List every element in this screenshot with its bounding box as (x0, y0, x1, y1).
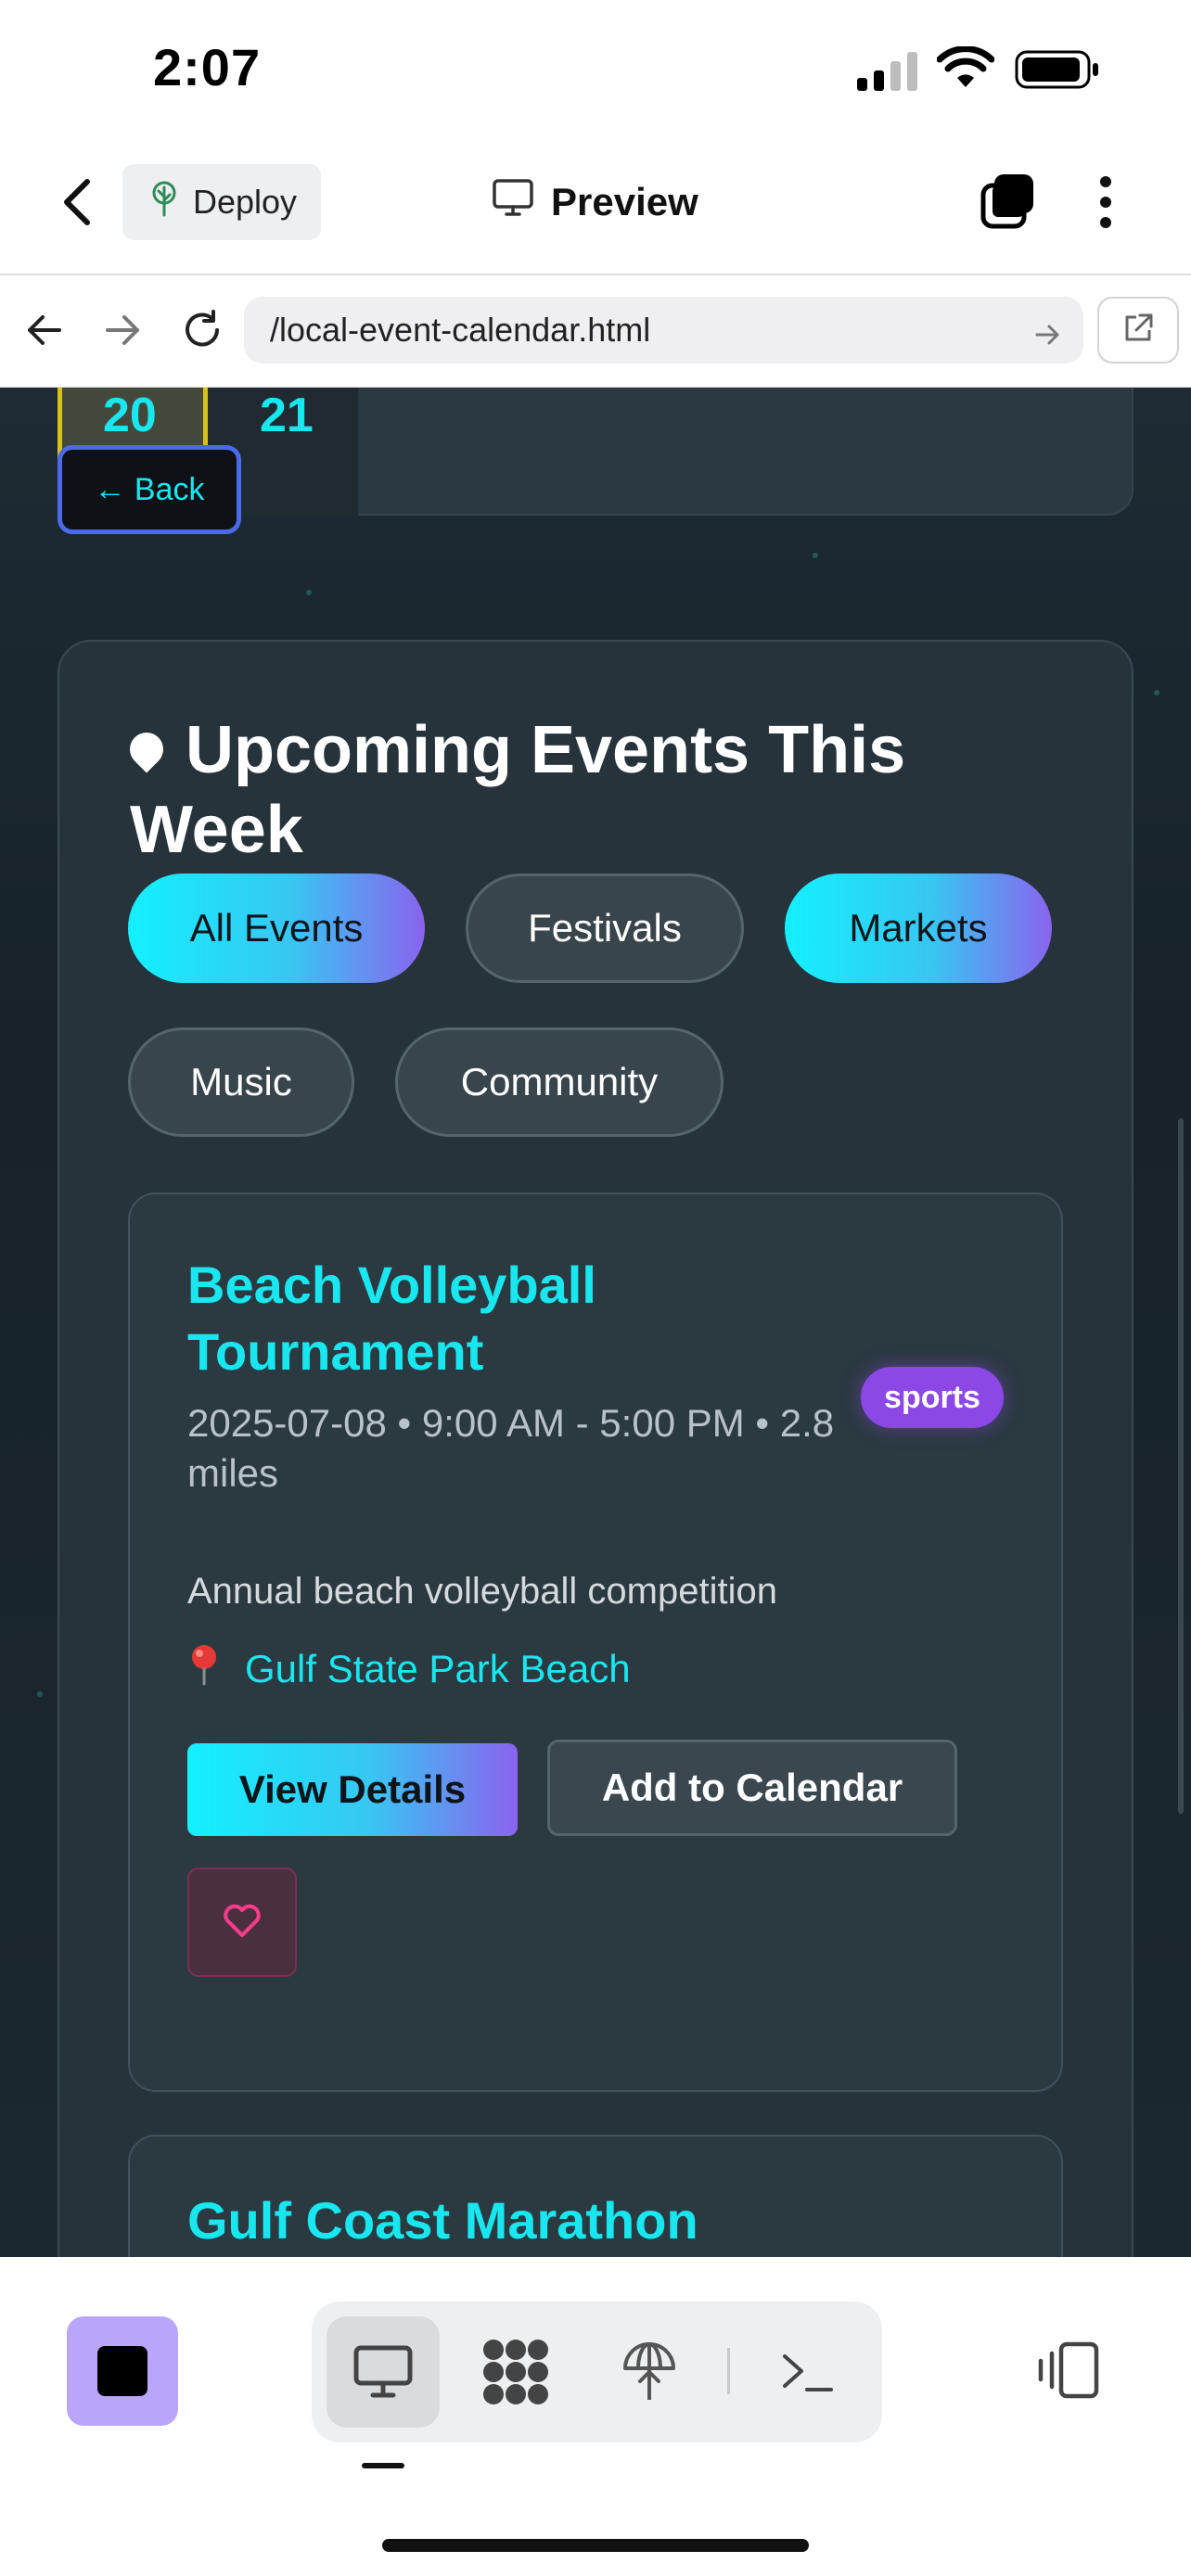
preview-title: Preview (492, 172, 698, 233)
back-chevron-icon[interactable] (59, 176, 96, 233)
open-external-button[interactable] (1097, 297, 1179, 363)
signal-icon (857, 52, 918, 96)
preview-label: Preview (551, 180, 698, 223)
tabs-icon[interactable] (980, 171, 1037, 235)
stop-icon (97, 2346, 147, 2396)
more-icon[interactable] (1096, 174, 1115, 235)
umbrella-icon[interactable] (594, 2316, 705, 2428)
terminal-icon[interactable] (751, 2316, 863, 2428)
reload-icon[interactable] (180, 308, 224, 357)
event-title[interactable]: Gulf Coast Marathon (187, 2190, 698, 2251)
scrollbar[interactable] (1178, 1118, 1184, 1814)
home-indicator (382, 2539, 809, 2552)
content-clip: Gulf Coast Marathon (0, 388, 1191, 2257)
device-icon[interactable] (1033, 2340, 1100, 2404)
battery-icon (1015, 50, 1100, 94)
deploy-button[interactable]: Deploy (122, 164, 321, 240)
arrow-right-icon[interactable] (104, 313, 141, 351)
deploy-label: Deploy (193, 183, 298, 221)
url-field[interactable]: /local-event-calendar.html (244, 297, 1083, 363)
external-link-icon (1121, 312, 1155, 350)
status-bar: 2:07 (0, 0, 1191, 139)
tree-icon (148, 180, 180, 225)
url-text: /local-event-calendar.html (270, 311, 651, 349)
monitor-icon (492, 178, 534, 226)
active-tab-indicator (362, 2463, 404, 2468)
divider (727, 2348, 730, 2394)
arrow-left-icon[interactable] (26, 313, 63, 351)
status-time: 2:07 (153, 38, 262, 96)
wifi-icon (936, 45, 995, 94)
stop-button[interactable] (67, 2316, 178, 2426)
grid-icon[interactable] (460, 2316, 571, 2428)
monitor-icon[interactable] (327, 2316, 439, 2428)
go-icon[interactable] (1035, 317, 1061, 356)
